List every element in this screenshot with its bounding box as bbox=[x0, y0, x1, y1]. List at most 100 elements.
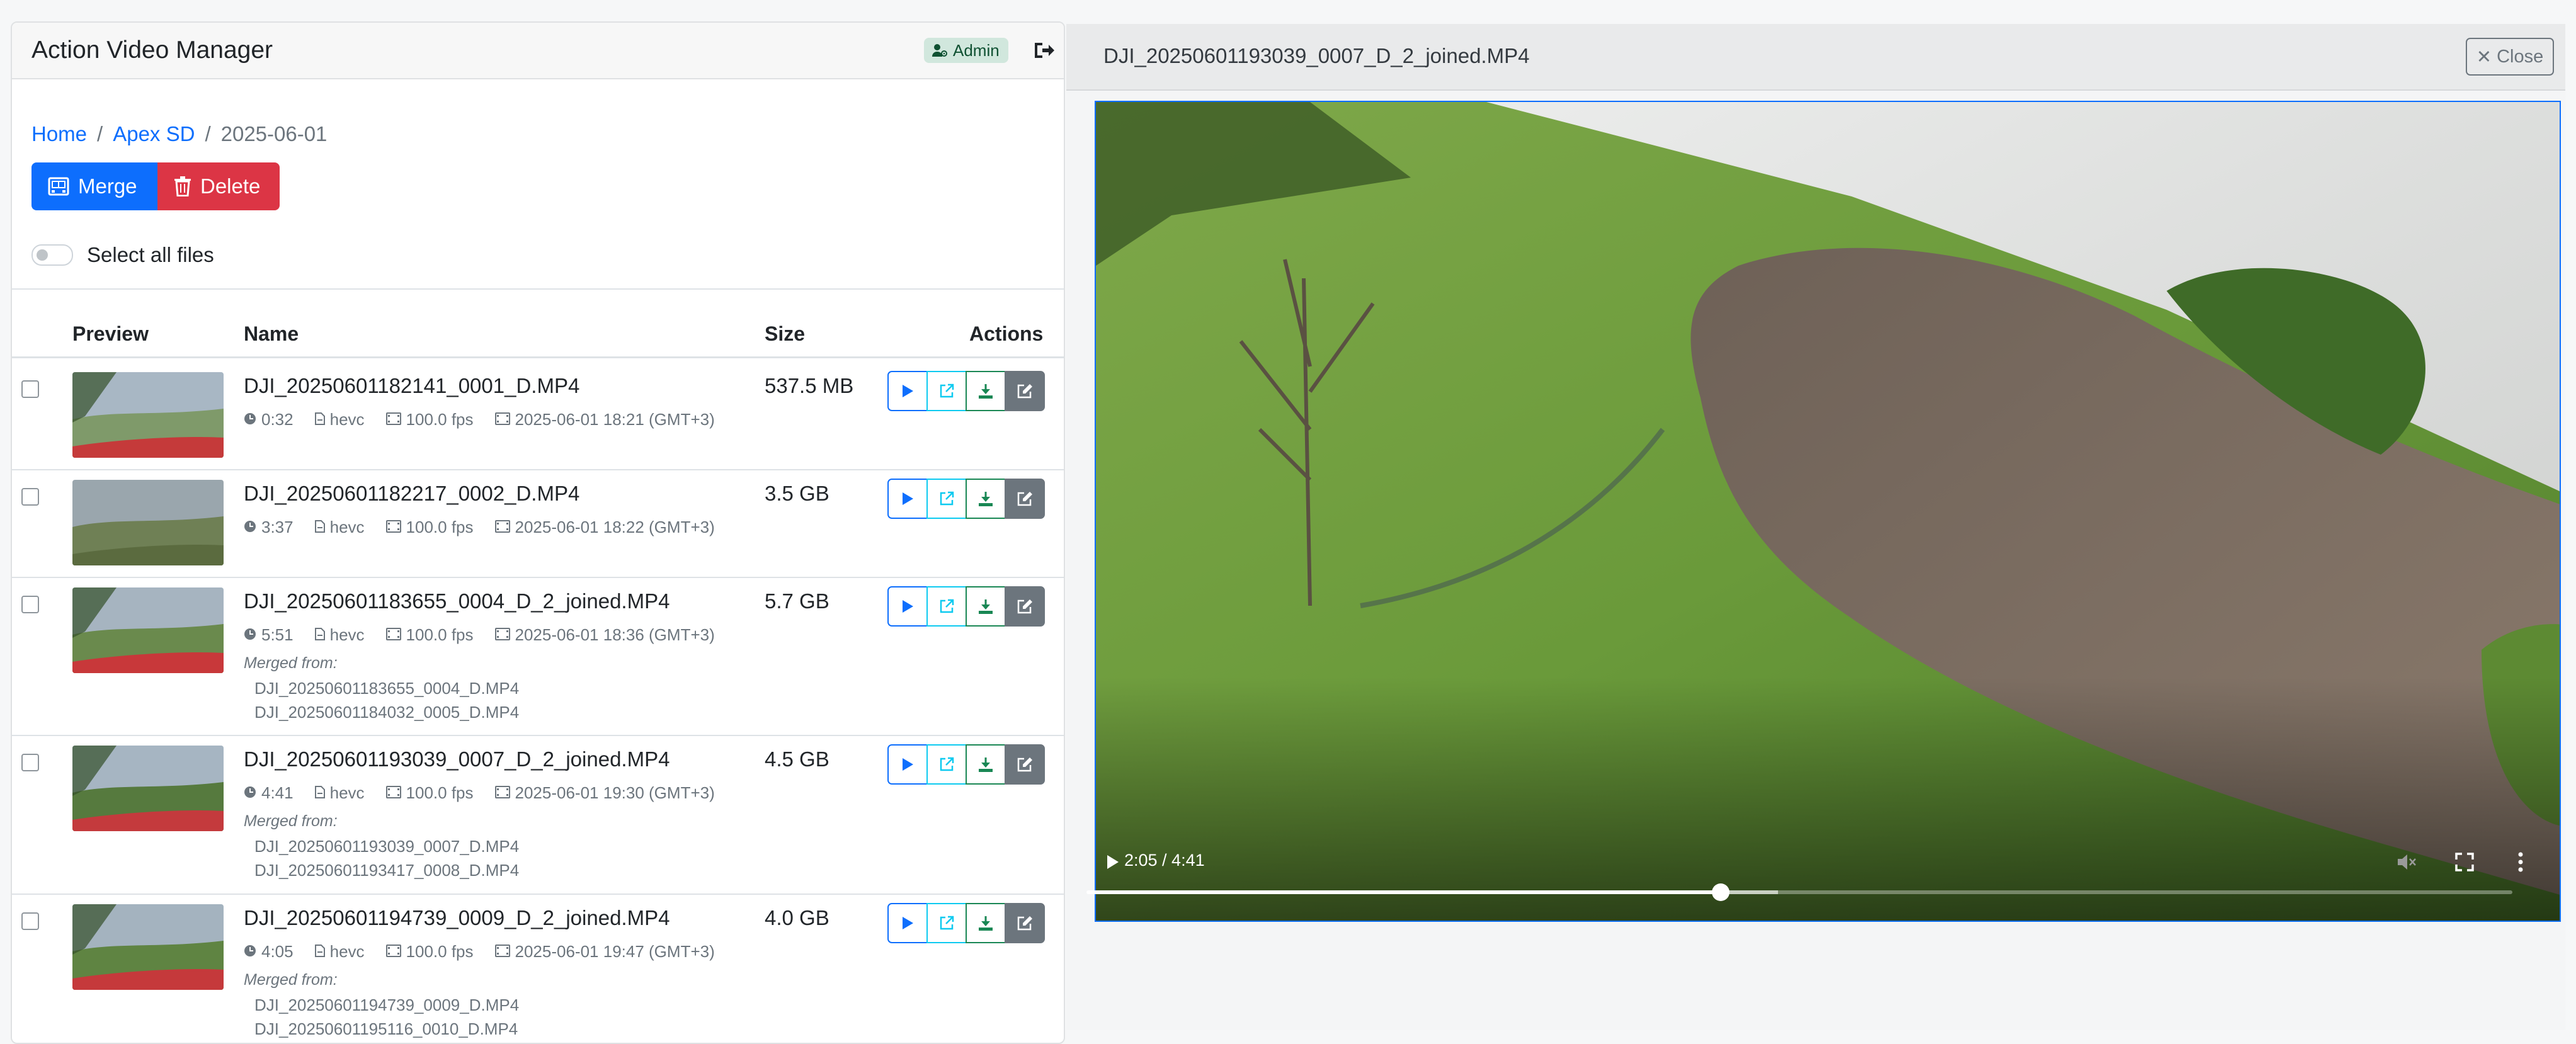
row-actions bbox=[887, 903, 1045, 943]
merged-source-file: DJI_20250601183655_0004_D.MP4 bbox=[254, 679, 520, 698]
delete-button[interactable]: Delete bbox=[157, 162, 280, 210]
edit-icon bbox=[1017, 915, 1033, 931]
edit-button[interactable] bbox=[1005, 371, 1045, 411]
video-thumbnail[interactable] bbox=[72, 904, 224, 990]
select-all-label[interactable]: Select all files bbox=[87, 243, 214, 267]
table-row: DJI_20250601193039_0007_D_2_joined.MP4 4… bbox=[12, 735, 1064, 895]
open-external-button[interactable] bbox=[926, 744, 967, 785]
video-controls bbox=[1096, 820, 2560, 921]
download-button[interactable] bbox=[966, 744, 1006, 785]
video-player[interactable] bbox=[1095, 101, 2561, 922]
file-name[interactable]: DJI_20250601182217_0002_D.MP4 bbox=[244, 482, 579, 506]
fullscreen-icon[interactable] bbox=[2455, 853, 2474, 871]
table-row: DJI_20250601182141_0001_D.MP4 0:32 hevc … bbox=[12, 361, 1064, 470]
column-header-actions: Actions bbox=[969, 322, 1044, 345]
close-button-label: Close bbox=[2497, 46, 2544, 67]
file-size: 3.5 GB bbox=[765, 482, 829, 505]
row-actions bbox=[887, 586, 1045, 627]
edit-button[interactable] bbox=[1005, 586, 1045, 627]
divider bbox=[12, 288, 1064, 290]
row-checkbox[interactable] bbox=[21, 912, 39, 930]
open-external-button[interactable] bbox=[926, 586, 967, 627]
breadcrumb-separator: / bbox=[97, 122, 103, 145]
file-code-icon bbox=[314, 518, 325, 537]
open-external-icon bbox=[938, 915, 955, 931]
open-external-icon bbox=[938, 383, 955, 399]
file-fps: 100.0 fps bbox=[406, 625, 474, 644]
seek-bar-buffered bbox=[1721, 890, 1779, 894]
column-header-size[interactable]: Size bbox=[765, 322, 805, 346]
video-thumbnail[interactable] bbox=[72, 372, 224, 458]
more-options-icon[interactable] bbox=[2517, 851, 2524, 873]
play-button[interactable] bbox=[887, 586, 928, 627]
row-checkbox[interactable] bbox=[21, 488, 39, 506]
play-button[interactable] bbox=[887, 903, 928, 943]
edit-button[interactable] bbox=[1005, 479, 1045, 519]
table-row: DJI_20250601194739_0009_D_2_joined.MP4 4… bbox=[12, 894, 1064, 1043]
merged-source-file: DJI_20250601194739_0009_D.MP4 bbox=[254, 996, 520, 1014]
column-header-name[interactable]: Name bbox=[244, 322, 299, 346]
breadcrumb-home-link[interactable]: Home bbox=[31, 122, 87, 146]
clock-icon bbox=[244, 783, 256, 803]
video-thumbnail[interactable] bbox=[72, 746, 224, 831]
video-thumbnail[interactable] bbox=[72, 480, 224, 565]
player-header: DJI_20250601193039_0007_D_2_joined.MP4 ✕… bbox=[1066, 24, 2565, 91]
clock-icon bbox=[244, 410, 256, 429]
file-name[interactable]: DJI_20250601193039_0007_D_2_joined.MP4 bbox=[244, 747, 670, 771]
merge-button[interactable]: Merge bbox=[31, 162, 157, 210]
merged-from-label: Merged from: bbox=[244, 654, 338, 672]
play-button[interactable] bbox=[887, 371, 928, 411]
logout-icon[interactable] bbox=[1032, 39, 1055, 62]
calendar-icon bbox=[494, 783, 510, 803]
row-checkbox[interactable] bbox=[21, 596, 39, 613]
file-fps: 100.0 fps bbox=[406, 410, 474, 429]
edit-button[interactable] bbox=[1005, 903, 1045, 943]
merged-from-label: Merged from: bbox=[244, 812, 338, 830]
file-meta: 3:37 hevc 100.0 fps 2025-06-01 18:22 (GM… bbox=[244, 518, 715, 537]
play-button[interactable] bbox=[887, 479, 928, 519]
file-recorded-date: 2025-06-01 19:47 (GMT+3) bbox=[515, 942, 715, 961]
edit-icon bbox=[1017, 598, 1033, 615]
video-player-panel: DJI_20250601193039_0007_D_2_joined.MP4 ✕… bbox=[1066, 24, 2565, 1030]
close-button[interactable]: ✕ Close bbox=[2466, 38, 2554, 76]
file-fps: 100.0 fps bbox=[406, 942, 474, 961]
row-checkbox[interactable] bbox=[21, 754, 39, 771]
calendar-icon bbox=[494, 942, 510, 962]
breadcrumb-separator: / bbox=[205, 122, 211, 145]
merged-from-label: Merged from: bbox=[244, 971, 338, 989]
download-button[interactable] bbox=[966, 371, 1006, 411]
file-recorded-date: 2025-06-01 18:36 (GMT+3) bbox=[515, 625, 715, 644]
open-external-button[interactable] bbox=[926, 479, 967, 519]
calendar-icon bbox=[494, 518, 510, 537]
video-seek-bar[interactable] bbox=[1086, 883, 2512, 901]
play-icon[interactable] bbox=[1105, 854, 1120, 870]
file-code-icon bbox=[314, 625, 325, 645]
file-name[interactable]: DJI_20250601182141_0001_D.MP4 bbox=[244, 374, 579, 398]
download-icon bbox=[977, 756, 994, 773]
file-name[interactable]: DJI_20250601194739_0009_D_2_joined.MP4 bbox=[244, 906, 670, 930]
download-icon bbox=[977, 491, 994, 507]
edit-button[interactable] bbox=[1005, 744, 1045, 785]
file-duration: 3:37 bbox=[261, 518, 294, 536]
open-external-button[interactable] bbox=[926, 371, 967, 411]
edit-icon bbox=[1017, 756, 1033, 773]
calendar-icon bbox=[494, 625, 510, 645]
breadcrumb-folder-link[interactable]: Apex SD bbox=[113, 122, 195, 146]
file-code-icon bbox=[314, 942, 325, 962]
video-thumbnail[interactable] bbox=[72, 587, 224, 673]
file-size: 537.5 MB bbox=[765, 374, 854, 397]
download-button[interactable] bbox=[966, 479, 1006, 519]
open-external-button[interactable] bbox=[926, 903, 967, 943]
download-button[interactable] bbox=[966, 903, 1006, 943]
volume-muted-icon[interactable] bbox=[2396, 853, 2417, 871]
delete-button-label: Delete bbox=[200, 174, 261, 198]
row-actions bbox=[887, 744, 1045, 785]
row-checkbox[interactable] bbox=[21, 380, 39, 398]
file-size: 4.0 GB bbox=[765, 906, 829, 929]
play-button[interactable] bbox=[887, 744, 928, 785]
file-name[interactable]: DJI_20250601183655_0004_D_2_joined.MP4 bbox=[244, 589, 670, 613]
play-icon bbox=[901, 491, 915, 506]
download-button[interactable] bbox=[966, 586, 1006, 627]
file-recorded-date: 2025-06-01 19:30 (GMT+3) bbox=[515, 783, 715, 802]
select-all-toggle[interactable] bbox=[31, 244, 73, 266]
